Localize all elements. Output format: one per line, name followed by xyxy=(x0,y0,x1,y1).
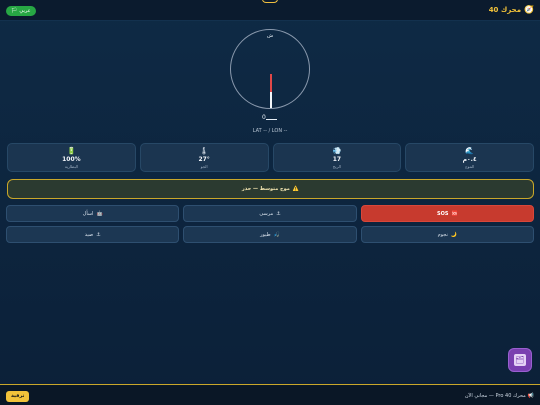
compass-logo-icon: 🧭 xyxy=(524,5,534,14)
card-index-icon: 🗂 xyxy=(514,354,526,366)
compass-north-label: ش xyxy=(266,33,274,39)
actions-grid: 🆘 SOS ⚓ مرسى 🤖 اسأل 🌙 نجوم 🎣 طيور ⚓ صيد xyxy=(6,205,534,243)
warning-text: موج متوسط — حذر xyxy=(241,186,290,192)
stat-temperature: 🌡 27° الجو xyxy=(139,143,269,172)
stat-value: 27° xyxy=(198,155,210,163)
anchor-icon: ⚓ xyxy=(276,210,281,217)
brand-title: محرك 40 xyxy=(488,5,522,14)
upgrade-button[interactable]: ترقية xyxy=(6,391,30,402)
compass-needle-south xyxy=(269,92,272,108)
stat-value: 17 xyxy=(332,155,342,163)
stat-label: الجو xyxy=(200,163,208,169)
thermometer-icon: 🌡 xyxy=(199,146,209,155)
button-label: طيور xyxy=(260,231,271,238)
app-header: 🏳 عربي 🧭 محرك 40 xyxy=(0,0,540,21)
coordinates-text: LAT -- / LON -- xyxy=(252,128,288,134)
wind-icon: 💨 xyxy=(332,146,342,155)
floating-menu-button[interactable]: 🗂 xyxy=(508,348,532,372)
button-label: SOS xyxy=(437,210,449,217)
button-label: مرسى xyxy=(259,210,274,217)
stat-label: البطارية xyxy=(64,163,78,169)
stat-value: 100% xyxy=(62,155,81,163)
button-label: اسأل xyxy=(82,210,94,217)
warning-banner: ⚠️ موج متوسط — حذر xyxy=(7,179,534,199)
robot-icon: 🤖 xyxy=(96,210,103,217)
flag-icon: 🏳 xyxy=(11,8,18,14)
stat-label: الموج xyxy=(464,163,475,169)
top-notch xyxy=(262,0,278,3)
fishing-button[interactable]: ⚓ صيد xyxy=(6,226,180,243)
language-toggle-button[interactable]: 🏳 عربي xyxy=(6,6,36,16)
anchor-icon: ⚓ xyxy=(96,231,101,238)
anchor-button[interactable]: ⚓ مرسى xyxy=(183,205,357,222)
stat-battery: 🔋 100% البطارية xyxy=(7,143,136,172)
button-label: نجوم xyxy=(437,231,448,238)
brand: 🧭 محرك 40 xyxy=(489,5,534,14)
birds-button[interactable]: 🎣 طيور xyxy=(183,226,357,243)
warning-icon: ⚠️ xyxy=(292,186,300,192)
button-label: صيد xyxy=(84,231,94,238)
language-label: عربي xyxy=(19,8,31,14)
compass-dial: ش xyxy=(230,29,310,109)
fishing-icon: 🎣 xyxy=(273,231,280,238)
compass-needle-north xyxy=(269,74,272,92)
moon-icon: 🌙 xyxy=(450,231,458,238)
promo-text: محرك 40 Pro — مجاني الآن xyxy=(464,393,526,399)
promo-footer: ترقية 📢 محرك 40 Pro — مجاني الآن xyxy=(0,384,540,405)
ask-ai-button[interactable]: 🤖 اسأل xyxy=(6,205,180,222)
stat-value: ٠.٤م xyxy=(462,155,477,163)
stat-label: الريح xyxy=(332,163,341,169)
promo-text-group: 📢 محرك 40 Pro — مجاني الآن xyxy=(465,393,534,399)
sos-icon: 🆘 xyxy=(451,210,458,217)
stars-button[interactable]: 🌙 نجوم xyxy=(360,226,534,243)
heading-underline xyxy=(266,119,277,120)
wave-icon: 🌊 xyxy=(465,146,474,155)
stats-row: 🔋 100% البطارية 🌡 27° الجو 💨 17 الريح 🌊 … xyxy=(7,143,534,172)
stat-waves: 🌊 ٠.٤م الموج xyxy=(405,143,534,172)
battery-icon: 🔋 xyxy=(67,146,76,155)
stat-wind: 💨 17 الريح xyxy=(272,143,402,172)
sos-button[interactable]: 🆘 SOS xyxy=(360,205,534,222)
megaphone-icon: 📢 xyxy=(527,393,534,399)
